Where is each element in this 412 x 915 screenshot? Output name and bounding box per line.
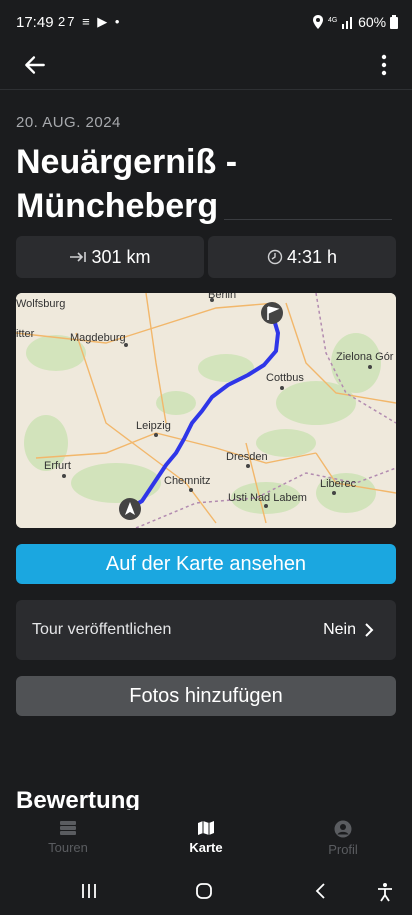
map-icon — [198, 821, 214, 835]
nav-tours-label: Touren — [48, 840, 88, 855]
signal-icon: 4G — [328, 17, 353, 29]
publish-tour-row[interactable]: Tour veröffentlichen Nein — [16, 600, 396, 660]
map-label-itter: itter — [16, 328, 35, 340]
notification-icons: 27 ≡ ▶ • — [58, 14, 122, 29]
profile-icon — [334, 820, 352, 838]
tour-date: 20. AUG. 2024 — [16, 114, 121, 131]
map-label-leipzig: Leipzig — [136, 420, 171, 432]
distance-value: 301 km — [91, 246, 151, 267]
accessibility-icon[interactable] — [376, 882, 394, 902]
distance-icon — [70, 252, 87, 262]
route-start-marker-icon — [119, 498, 141, 520]
battery-icon — [390, 15, 398, 29]
publish-tour-value: Nein — [323, 621, 356, 638]
status-time: 17:49 — [16, 14, 54, 31]
duration-value: 4:31 h — [286, 246, 338, 267]
location-icon — [313, 15, 324, 29]
bottom-navigation: Touren Karte Profil — [0, 810, 412, 870]
nav-map-label: Karte — [189, 840, 223, 855]
map-label-erfurt: Erfurt — [44, 460, 71, 472]
system-navigation-bar — [0, 870, 412, 915]
add-photos-button[interactable]: Fotos hinzufügen — [16, 676, 396, 716]
title-underline — [224, 219, 392, 220]
map-label-wolfsburg: Wolfsburg — [16, 298, 65, 310]
list-icon — [60, 821, 76, 835]
system-back-icon[interactable] — [312, 882, 330, 900]
route-map[interactable]: Berlin Wolfsburg itter Magdeburg Zielona… — [16, 293, 396, 528]
status-bar: 17:49 27 ≡ ▶ • 4G 60% — [0, 0, 412, 44]
nav-tab-map[interactable]: Karte — [156, 820, 256, 855]
more-options-icon[interactable] — [380, 52, 388, 78]
view-on-map-button[interactable]: Auf der Karte ansehen — [16, 544, 396, 584]
status-right: 4G 60% — [312, 14, 398, 30]
nav-profile-label: Profil — [328, 842, 358, 857]
map-label-cottbus: Cottbus — [266, 372, 304, 384]
svg-text:4G: 4G — [328, 17, 337, 24]
publish-tour-label: Tour veröffentlichen — [32, 621, 172, 638]
nav-tab-profile[interactable]: Profil — [293, 820, 393, 857]
map-label-liberec: Liberec — [320, 478, 357, 490]
map-label-berlin: Berlin — [208, 293, 236, 301]
nav-tab-tours[interactable]: Touren — [18, 820, 118, 855]
battery-level: 60% — [358, 14, 387, 30]
back-arrow-icon[interactable] — [22, 52, 48, 78]
tour-title: Neuärgerniß - Müncheberg — [16, 143, 238, 225]
map-label-usti-nad-labem: Usti Nad Labem — [228, 492, 307, 504]
home-icon[interactable] — [195, 882, 213, 900]
clock-icon — [267, 249, 283, 265]
duration-stat: 4:31 h — [208, 236, 396, 278]
map-label-chemnitz: Chemnitz — [164, 475, 210, 487]
route-end-flag-icon — [261, 302, 283, 324]
app-bar — [0, 44, 412, 90]
app-bar-divider — [0, 89, 412, 90]
map-label-dresden: Dresden — [226, 451, 268, 463]
map-label-magdeburg: Magdeburg — [70, 332, 126, 344]
chevron-right-icon — [365, 623, 374, 637]
distance-stat: 301 km — [16, 236, 204, 278]
map-canvas[interactable]: Berlin Wolfsburg itter Magdeburg Zielona… — [16, 293, 396, 528]
recent-apps-icon[interactable] — [80, 882, 98, 900]
map-label-zielona-gora: Zielona Gór — [336, 351, 394, 363]
